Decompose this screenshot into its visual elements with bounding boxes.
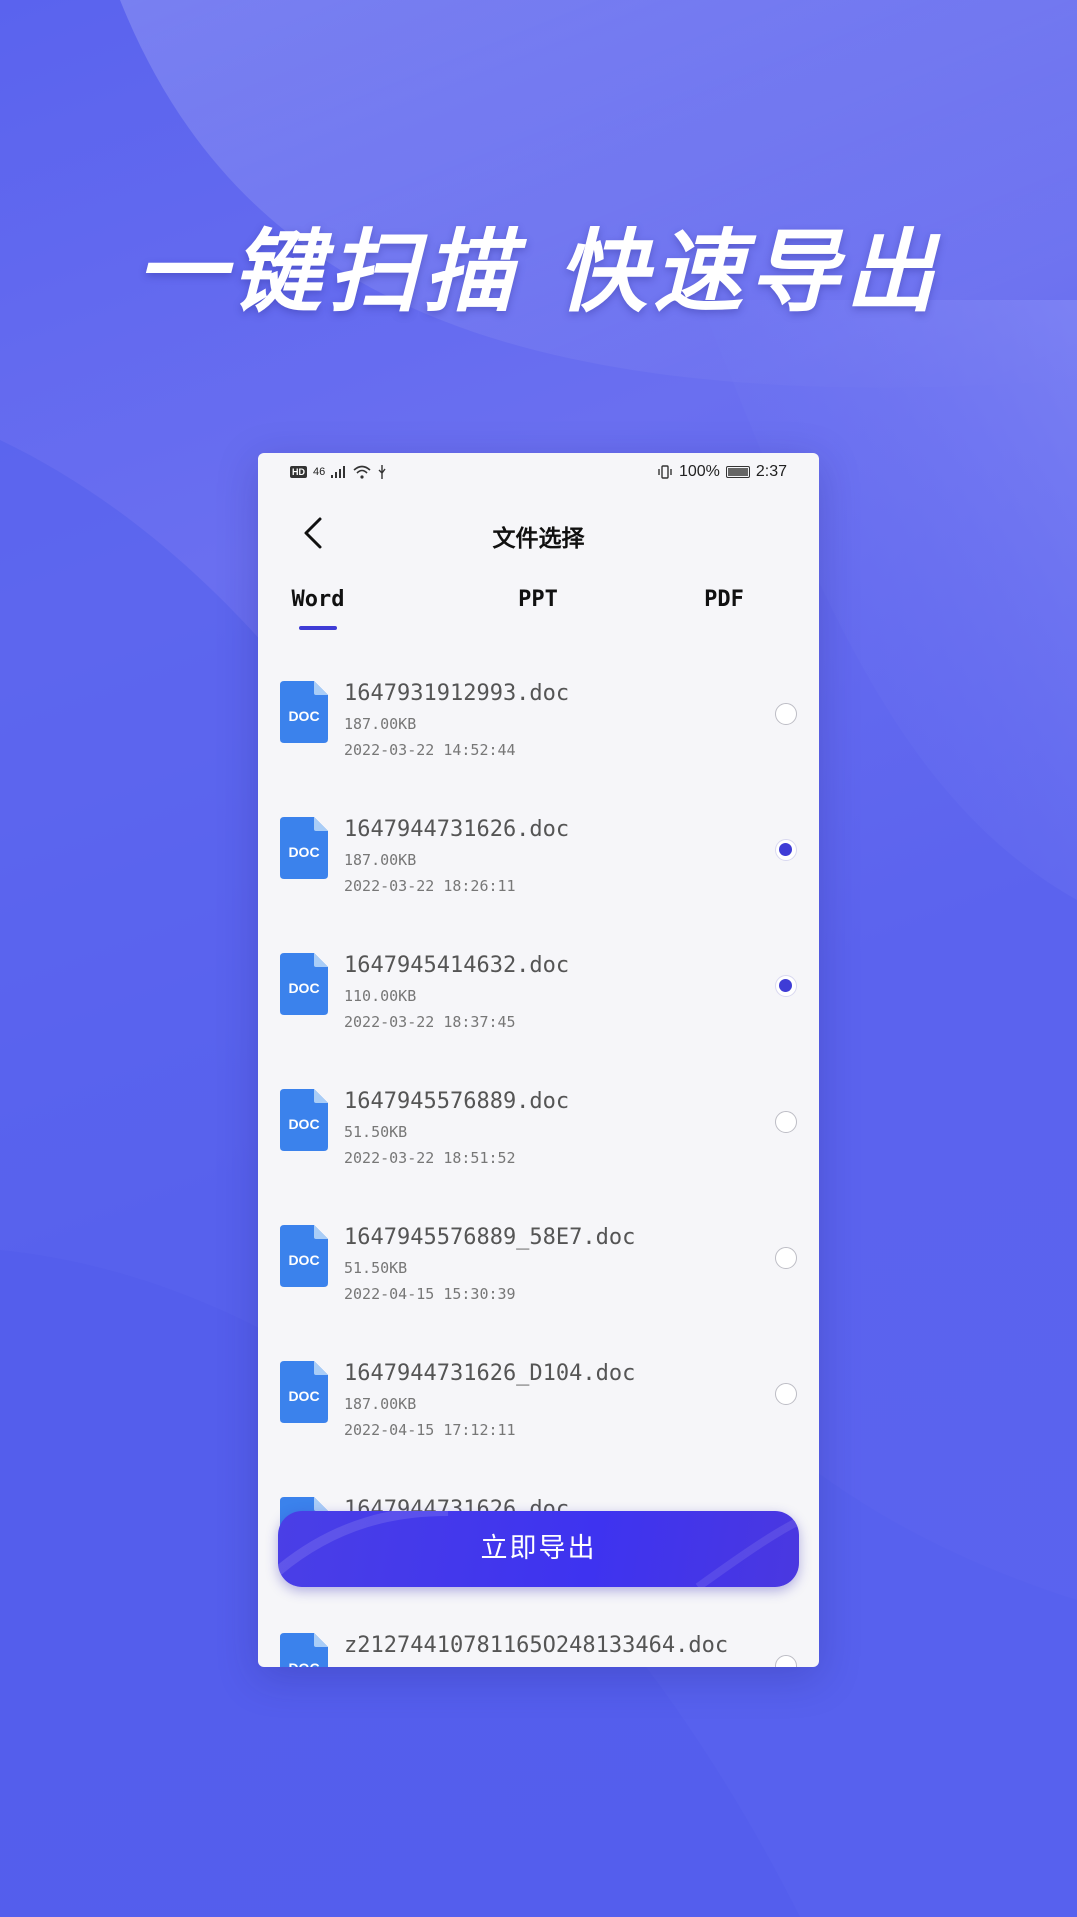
file-name: 1647944731626.doc <box>344 817 570 842</box>
svg-text:DOC: DOC <box>288 980 319 996</box>
svg-text:DOC: DOC <box>288 844 319 860</box>
file-date: 2022-03-22 18:51:52 <box>344 1149 516 1167</box>
file-date: 2022-04-15 17:12:11 <box>344 1421 516 1439</box>
file-date: 2022-03-22 18:26:11 <box>344 877 516 895</box>
hd-icon: HD <box>290 466 307 478</box>
tab-ppt-label: PPT <box>518 587 558 612</box>
file-date: 2022-04-15 15:30:39 <box>344 1285 516 1303</box>
file-size: 187.00KB <box>344 851 417 869</box>
status-right: 100% 2:37 <box>657 463 787 481</box>
select-radio[interactable] <box>775 703 797 725</box>
file-name: 1647945576889.doc <box>344 1089 570 1114</box>
select-radio[interactable] <box>775 1655 797 1667</box>
status-bar: HD 46 100% 2:37 <box>258 453 819 493</box>
file-size: 187.00KB <box>344 1395 417 1413</box>
list-item[interactable]: DOC 1647944731626.doc 187.00KB 2022-03-2… <box>258 799 819 935</box>
list-item[interactable]: DOC 1647931912993.doc 187.00KB 2022-03-2… <box>258 663 819 799</box>
wifi-icon <box>353 465 371 479</box>
list-item[interactable]: DOC 1647944731626_D104.doc 187.00KB 2022… <box>258 1343 819 1479</box>
file-date: 2022-03-22 18:37:45 <box>344 1013 516 1031</box>
doc-file-icon: DOC <box>280 1225 328 1287</box>
nav-bar: 文件选择 <box>258 503 819 565</box>
select-radio[interactable] <box>775 1111 797 1133</box>
select-radio[interactable] <box>775 1383 797 1405</box>
doc-file-icon: DOC <box>280 681 328 743</box>
file-name: z21274410781165O248133464.doc <box>344 1633 729 1658</box>
tab-ppt[interactable]: PPT <box>478 578 598 622</box>
export-button[interactable]: 立即导出 <box>278 1511 799 1587</box>
file-name: 1647945576889_58E7.doc <box>344 1225 636 1250</box>
export-button-label: 立即导出 <box>480 1533 597 1564</box>
doc-file-icon: DOC <box>280 1361 328 1423</box>
phone-screen: HD 46 100% 2:37 文件选择 Word PPT PDF DOC 16… <box>258 453 819 1667</box>
tab-pdf-label: PDF <box>704 587 744 612</box>
network-label: 46 <box>313 466 326 478</box>
file-name: 1647945414632.doc <box>344 953 570 978</box>
select-radio[interactable] <box>775 975 797 997</box>
svg-text:DOC: DOC <box>288 708 319 724</box>
file-size: 51.50KB <box>344 1123 408 1141</box>
signal-icon <box>331 466 346 478</box>
battery-percent: 100% <box>678 463 720 480</box>
battery-icon <box>725 466 750 478</box>
vibrate-icon <box>658 465 672 479</box>
list-item[interactable]: DOC 1647945576889.doc 51.50KB 2022-03-22… <box>258 1071 819 1207</box>
list-item[interactable]: DOC z21274410781165O248133464.doc <box>258 1615 819 1667</box>
tab-pdf[interactable]: PDF <box>664 578 784 622</box>
clock: 2:37 <box>755 463 787 480</box>
list-item[interactable]: DOC 1647945414632.doc 110.00KB 2022-03-2… <box>258 935 819 1071</box>
file-size: 187.00KB <box>344 715 417 733</box>
svg-text:DOC: DOC <box>288 1388 319 1404</box>
status-left: HD 46 <box>290 465 387 479</box>
file-size: 110.00KB <box>344 987 417 1005</box>
promo-headline: 一键扫描 快速导出 <box>135 220 942 325</box>
doc-file-icon: DOC <box>280 953 328 1015</box>
list-item[interactable]: DOC 1647945576889_58E7.doc 51.50KB 2022-… <box>258 1207 819 1343</box>
tab-word[interactable]: Word <box>258 578 378 630</box>
tab-bar: Word PPT PDF <box>258 578 819 638</box>
select-radio[interactable] <box>775 1247 797 1269</box>
usb-icon <box>378 465 386 479</box>
doc-file-icon: DOC <box>280 1633 328 1667</box>
tab-active-indicator <box>299 626 337 630</box>
file-name: 1647931912993.doc <box>344 681 570 706</box>
svg-text:DOC: DOC <box>288 1116 319 1132</box>
svg-text:DOC: DOC <box>288 1660 319 1667</box>
file-name: 1647944731626_D104.doc <box>344 1361 636 1386</box>
doc-file-icon: DOC <box>280 1089 328 1151</box>
file-date: 2022-03-22 14:52:44 <box>344 741 516 759</box>
svg-text:DOC: DOC <box>288 1252 319 1268</box>
page-title: 文件选择 <box>492 526 585 552</box>
doc-file-icon: DOC <box>280 817 328 879</box>
select-radio[interactable] <box>775 839 797 861</box>
file-size: 51.50KB <box>344 1259 408 1277</box>
tab-word-label: Word <box>291 587 345 612</box>
